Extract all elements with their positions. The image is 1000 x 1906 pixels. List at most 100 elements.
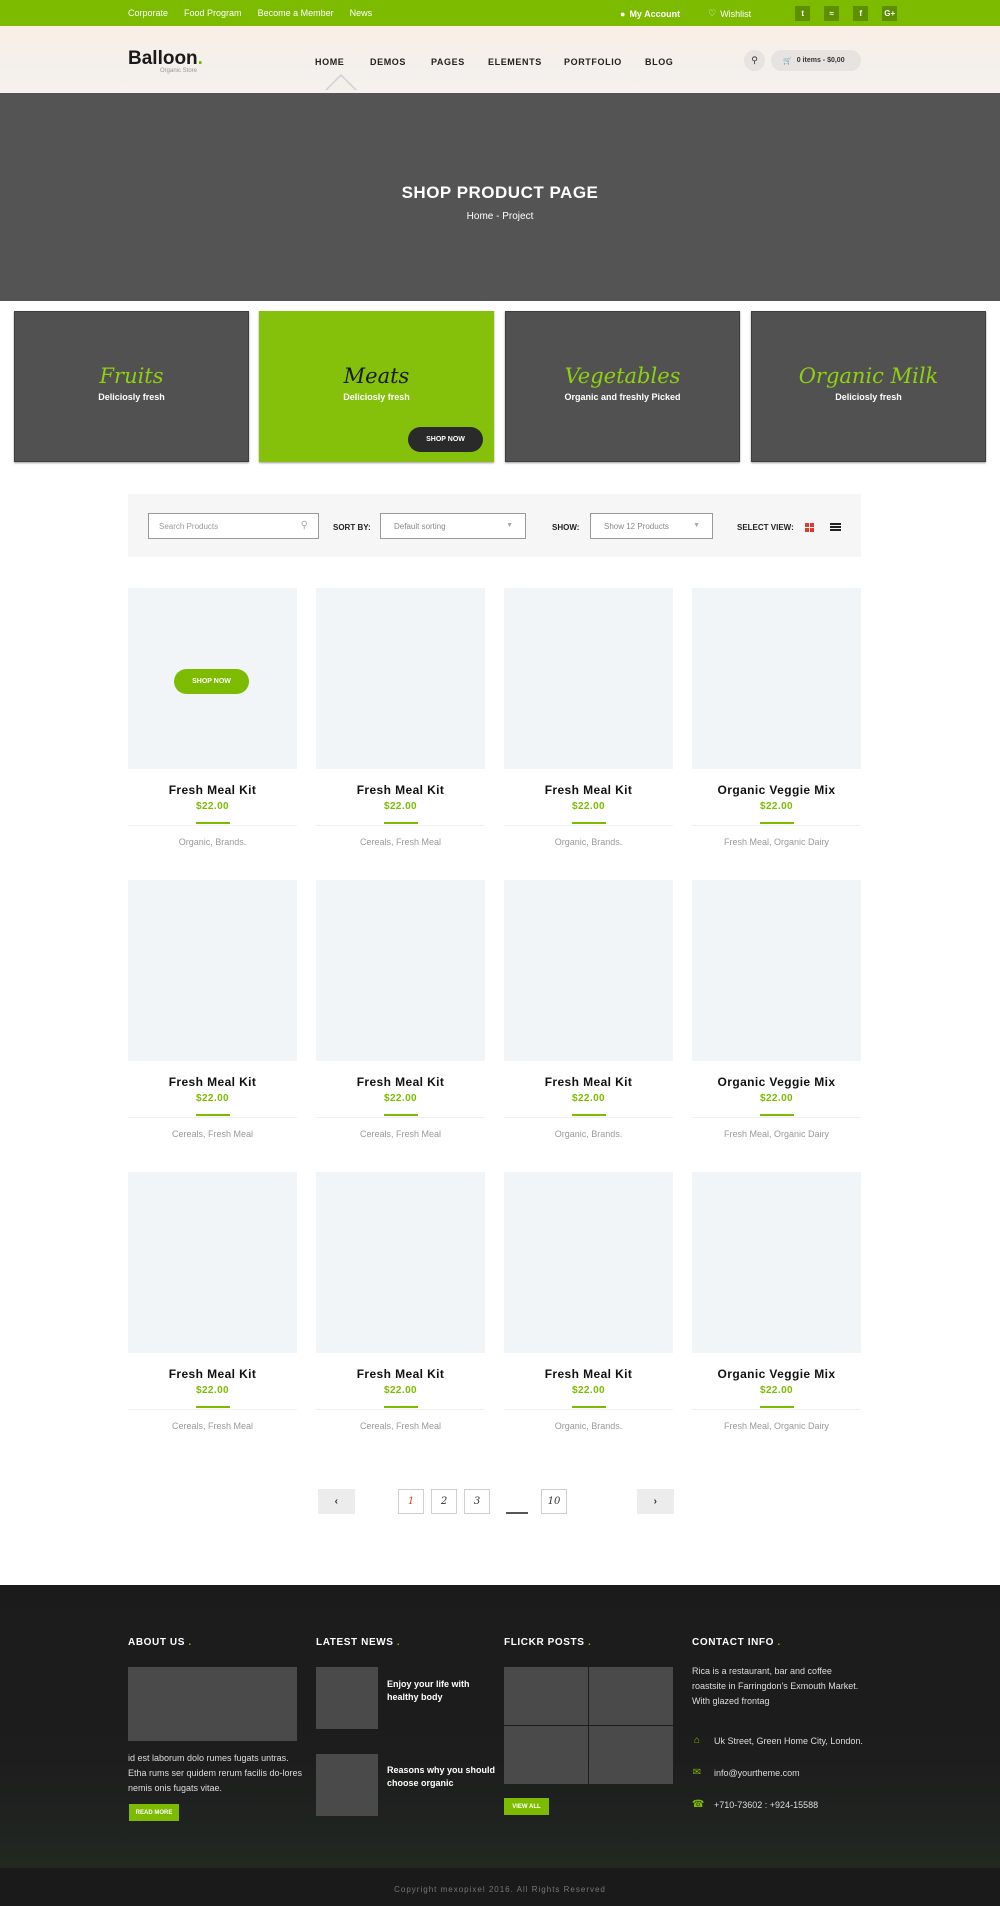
twitter-icon[interactable]: t <box>795 6 811 21</box>
contact-text: Rica is a restaurant, bar and coffee roa… <box>692 1666 859 1706</box>
product-tags[interactable]: Cereals, Fresh Meal <box>128 1129 297 1139</box>
product-card[interactable]: Fresh Meal Kit $22.00 Cereals, Fresh Mea… <box>316 1172 485 1431</box>
product-name[interactable]: Fresh Meal Kit <box>316 1075 485 1089</box>
search-icon[interactable]: ⚲ <box>744 50 765 71</box>
product-name[interactable]: Fresh Meal Kit <box>128 1367 297 1381</box>
search-products-input[interactable]: Search Products ⚲ <box>148 513 319 539</box>
product-name[interactable]: Fresh Meal Kit <box>316 1367 485 1381</box>
product-image[interactable] <box>692 588 861 769</box>
breadcrumb[interactable]: Home - Project <box>0 211 1000 222</box>
flickr-photo[interactable] <box>589 1726 673 1784</box>
product-name[interactable]: Fresh Meal Kit <box>504 1367 673 1381</box>
product-tags[interactable]: Organic, Brands. <box>504 1421 673 1431</box>
news-title-1[interactable]: Enjoy your life with healthy body <box>387 1678 492 1704</box>
sort-select[interactable]: Default sorting ▼ <box>380 513 526 539</box>
site-logo[interactable]: Balloon. <box>128 48 203 70</box>
product-image[interactable]: SHOP NOW <box>128 588 297 769</box>
product-name[interactable]: Organic Veggie Mix <box>692 783 861 797</box>
product-tags[interactable]: Organic, Brands. <box>128 837 297 847</box>
nav-home[interactable]: HOME <box>315 57 344 67</box>
nav-pages[interactable]: PAGES <box>431 57 465 67</box>
page-2[interactable]: 2 <box>431 1489 457 1514</box>
next-page-button[interactable]: › <box>637 1489 674 1514</box>
nav-portfolio[interactable]: PORTFOLIO <box>564 57 622 67</box>
news-thumb[interactable] <box>316 1667 378 1729</box>
shop-now-button[interactable]: SHOP NOW <box>408 427 483 452</box>
google-plus-icon[interactable]: G+ <box>882 6 898 21</box>
product-name[interactable]: Fresh Meal Kit <box>504 783 673 797</box>
product-card[interactable]: Organic Veggie Mix $22.00 Fresh Meal, Or… <box>692 880 861 1139</box>
product-card[interactable]: Fresh Meal Kit $22.00 Cereals, Fresh Mea… <box>316 880 485 1139</box>
list-view-icon[interactable] <box>830 523 841 532</box>
page-3[interactable]: 3 <box>464 1489 490 1514</box>
product-image[interactable] <box>504 880 673 1061</box>
product-image[interactable] <box>316 1172 485 1353</box>
flickr-photo[interactable] <box>504 1726 588 1784</box>
prev-page-button[interactable]: ‹ <box>318 1489 355 1514</box>
rss-icon[interactable]: ≈ <box>824 6 840 21</box>
page-10[interactable]: 10 <box>541 1489 567 1514</box>
product-name[interactable]: Organic Veggie Mix <box>692 1367 861 1381</box>
product-tags[interactable]: Cereals, Fresh Meal <box>316 1129 485 1139</box>
nav-blog[interactable]: BLOG <box>645 57 673 67</box>
contact-email[interactable]: ✉ info@yourtheme.com <box>692 1767 800 1778</box>
product-tags[interactable]: Cereals, Fresh Meal <box>128 1421 297 1431</box>
product-card[interactable]: Fresh Meal Kit $22.00 Organic, Brands. <box>504 880 673 1139</box>
product-name[interactable]: Organic Veggie Mix <box>692 1075 861 1089</box>
flickr-photo[interactable] <box>504 1667 588 1725</box>
news-thumb[interactable] <box>316 1754 378 1816</box>
top-link-food-program[interactable]: Food Program <box>184 8 242 18</box>
product-tags[interactable]: Cereals, Fresh Meal <box>316 837 485 847</box>
read-more-button[interactable]: READ MORE <box>129 1804 179 1821</box>
facebook-icon[interactable]: f <box>853 6 869 21</box>
category-card-organic-milk[interactable]: Organic Milk Deliciosly fresh <box>751 311 986 462</box>
product-image[interactable] <box>504 588 673 769</box>
nav-elements[interactable]: ELEMENTS <box>488 57 542 67</box>
product-tags[interactable]: Cereals, Fresh Meal <box>316 1421 485 1431</box>
product-tags[interactable]: Fresh Meal, Organic Dairy <box>692 1129 861 1139</box>
product-tags[interactable]: Fresh Meal, Organic Dairy <box>692 1421 861 1431</box>
search-icon[interactable]: ⚲ <box>301 520 308 531</box>
product-card[interactable]: Fresh Meal Kit $22.00 Cereals, Fresh Mea… <box>128 880 297 1139</box>
product-image[interactable] <box>128 1172 297 1353</box>
email-text[interactable]: info@yourtheme.com <box>714 1768 800 1778</box>
product-name[interactable]: Fresh Meal Kit <box>316 783 485 797</box>
my-account-link[interactable]: ● My Account <box>620 9 680 19</box>
page-1[interactable]: 1 <box>398 1489 424 1514</box>
wishlist-link[interactable]: ♡ Wishlist <box>708 8 751 19</box>
product-card[interactable]: Fresh Meal Kit $22.00 Cereals, Fresh Mea… <box>316 588 485 847</box>
product-image[interactable] <box>316 588 485 769</box>
product-tags[interactable]: Organic, Brands. <box>504 837 673 847</box>
category-card-vegetables[interactable]: Vegetables Organic and freshly Picked <box>505 311 740 462</box>
top-link-news[interactable]: News <box>350 8 373 18</box>
show-select[interactable]: Show 12 Products ▼ <box>590 513 713 539</box>
product-image[interactable] <box>504 1172 673 1353</box>
product-tags[interactable]: Fresh Meal, Organic Dairy <box>692 837 861 847</box>
product-card[interactable]: Fresh Meal Kit $22.00 Organic, Brands. <box>504 588 673 847</box>
product-image[interactable] <box>692 880 861 1061</box>
product-card[interactable]: Organic Veggie Mix $22.00 Fresh Meal, Or… <box>692 588 861 847</box>
product-image[interactable] <box>692 1172 861 1353</box>
product-card[interactable]: Organic Veggie Mix $22.00 Fresh Meal, Or… <box>692 1172 861 1431</box>
news-title-2[interactable]: Reasons why you should choose organic <box>387 1764 497 1790</box>
divider <box>571 822 606 824</box>
category-card-meats[interactable]: Meats Deliciosly fresh SHOP NOW <box>259 311 494 462</box>
product-name[interactable]: Fresh Meal Kit <box>128 783 297 797</box>
flickr-photo[interactable] <box>589 1667 673 1725</box>
product-image[interactable] <box>316 880 485 1061</box>
shop-now-button[interactable]: SHOP NOW <box>174 669 249 694</box>
product-tags[interactable]: Organic, Brands. <box>504 1129 673 1139</box>
cart-button[interactable]: 🛒 0 items - $0,00 <box>771 50 861 71</box>
product-name[interactable]: Fresh Meal Kit <box>504 1075 673 1089</box>
top-link-become-member[interactable]: Become a Member <box>258 8 334 18</box>
product-card[interactable]: Fresh Meal Kit $22.00 Organic, Brands. <box>504 1172 673 1431</box>
product-name[interactable]: Fresh Meal Kit <box>128 1075 297 1089</box>
product-image[interactable] <box>128 880 297 1061</box>
product-card[interactable]: Fresh Meal Kit $22.00 Cereals, Fresh Mea… <box>128 1172 297 1431</box>
nav-demos[interactable]: DEMOS <box>370 57 406 67</box>
top-link-corporate[interactable]: Corporate <box>128 8 168 18</box>
category-card-fruits[interactable]: Fruits Deliciosly fresh <box>14 311 249 462</box>
product-card[interactable]: SHOP NOW Fresh Meal Kit $22.00 Organic, … <box>128 588 297 847</box>
view-all-button[interactable]: VIEW ALL <box>504 1798 549 1815</box>
grid-view-icon[interactable] <box>805 523 815 532</box>
